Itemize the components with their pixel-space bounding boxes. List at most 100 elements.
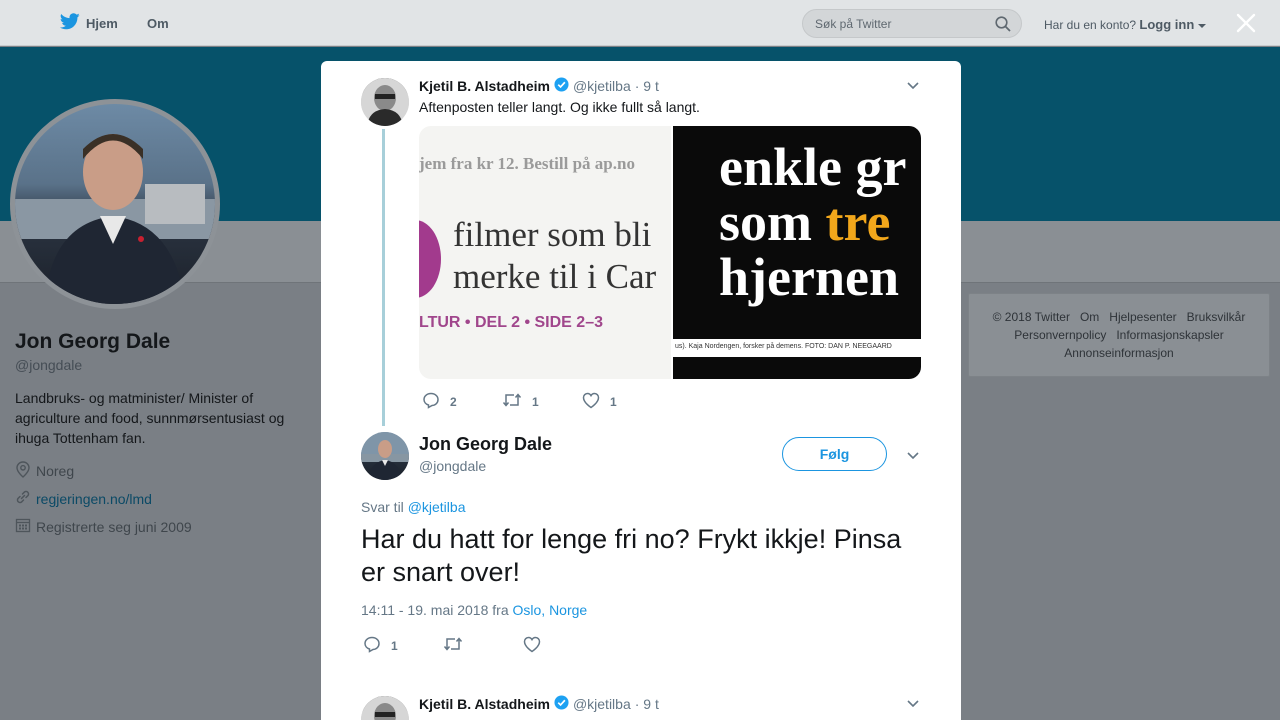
media-left-text-1: jem fra kr 12. Bestill på ap.no <box>419 154 635 173</box>
replying-to: Svar til @kjetilba <box>361 499 465 515</box>
parent-tweet-avatar[interactable] <box>361 78 409 126</box>
profile-website: regjeringen.no/lmd <box>15 489 152 508</box>
chevron-down-icon[interactable] <box>1197 18 1206 32</box>
media-right-caption: us). Kaja Nordengen, forsker på demens. … <box>673 339 921 357</box>
parent-tweet-actions: 2 1 1 <box>422 391 662 412</box>
media-photo-right[interactable]: enkle gr som tre hjernen us). Kaja Norde… <box>673 126 921 379</box>
footer-link-about[interactable]: Om <box>1080 310 1099 324</box>
main-reply-button[interactable]: 1 <box>363 635 443 656</box>
media-right-headline: enkle gr som tre hjernen <box>719 140 906 305</box>
top-navigation-bar: Hjem Om Har du en konto? Logg inn <box>0 0 1280 46</box>
parent-tweet-time[interactable]: · 9 t <box>635 78 659 94</box>
profile-website-link[interactable]: regjeringen.no/lmd <box>36 491 152 507</box>
parent-tweet-author-handle[interactable]: @kjetilba <box>573 78 631 94</box>
profile-joined-text: Registrerte seg juni 2009 <box>36 518 192 535</box>
close-icon <box>1234 13 1258 39</box>
next-tweet-avatar[interactable] <box>361 696 409 720</box>
parent-reply-count: 2 <box>450 394 457 409</box>
media-left-text-3: LTUR • DEL 2 • SIDE 2–3 <box>419 314 603 331</box>
media-left-text-2: filmer som bli merke til i Car <box>453 214 656 298</box>
chevron-down-icon <box>905 450 921 467</box>
parent-tweet-media: jem fra kr 12. Bestill på ap.no filmer s… <box>419 126 921 379</box>
footer-links: © 2018 Twitter Om Hjelpesenter Bruksvilkår … <box>968 293 1270 377</box>
thread-connector-line <box>382 129 385 426</box>
reply-to-handle-link[interactable]: @kjetilba <box>408 499 466 515</box>
next-tweet-author-name[interactable]: Kjetil B. Alstadheim <box>419 696 550 712</box>
location-pin-icon <box>15 461 31 481</box>
main-retweet-button[interactable] <box>443 635 523 656</box>
search-input[interactable] <box>815 15 985 33</box>
account-question: Har du en konto? <box>1044 18 1137 32</box>
footer-link-privacy[interactable]: Personvernpolicy <box>1014 328 1106 342</box>
nav-home-label: Hjem <box>86 15 118 31</box>
footer-copyright: © 2018 Twitter <box>992 310 1070 324</box>
profile-location: Noreg <box>15 461 74 481</box>
twitter-bird-icon <box>59 13 80 33</box>
footer-link-terms[interactable]: Bruksvilkår <box>1187 310 1246 324</box>
tweet-modal: Kjetil B. Alstadheim @kjetilba · 9 t Aft… <box>321 61 961 720</box>
profile-handle[interactable]: @jongdale <box>15 357 82 373</box>
chevron-down-icon <box>905 698 921 715</box>
main-tweet-menu-button[interactable] <box>905 447 921 463</box>
reply-icon <box>422 391 440 412</box>
parent-retweet-count: 1 <box>532 394 539 409</box>
main-tweet-author-name[interactable]: Jon Georg Dale <box>419 434 552 455</box>
heart-icon <box>523 636 541 656</box>
main-tweet-avatar[interactable] <box>361 432 409 480</box>
media-right-line-2b: tre <box>825 192 891 252</box>
media-left-text-2b: merke til i Car <box>453 257 657 296</box>
parent-reply-button[interactable]: 2 <box>422 391 502 412</box>
follow-button[interactable]: Følg <box>782 437 887 471</box>
parent-like-count: 1 <box>610 394 617 409</box>
media-right-line-3: hjernen <box>719 247 899 307</box>
calendar-icon <box>15 517 31 536</box>
nav-home-link[interactable]: Hjem <box>59 13 118 33</box>
retweet-icon <box>502 391 522 412</box>
nav-about-link[interactable]: Om <box>147 16 169 31</box>
link-icon <box>15 489 31 508</box>
main-tweet-author-handle[interactable]: @jongdale <box>419 458 486 474</box>
login-link[interactable]: Logg inn <box>1139 17 1194 32</box>
account-prompt: Har du en konto? Logg inn <box>1044 17 1206 32</box>
parent-tweet-author-name[interactable]: Kjetil B. Alstadheim <box>419 78 550 94</box>
next-tweet-time[interactable]: · 9 t <box>635 696 659 712</box>
parent-tweet-header: Kjetil B. Alstadheim @kjetilba · 9 t <box>419 77 659 95</box>
heart-icon <box>582 392 600 412</box>
main-reply-count: 1 <box>391 638 398 653</box>
main-tweet-location-link[interactable]: Oslo, Norge <box>513 602 588 618</box>
next-tweet-menu-button[interactable] <box>905 695 921 711</box>
main-tweet-actions: 1 <box>363 635 603 656</box>
verified-badge-icon <box>554 77 569 95</box>
media-left-text-2a: filmer som bli <box>453 215 652 254</box>
close-modal-button[interactable] <box>1234 11 1258 35</box>
next-tweet-author-handle[interactable]: @kjetilba <box>573 696 631 712</box>
profile-joined: Registrerte seg juni 2009 <box>15 517 192 536</box>
search-icon[interactable] <box>995 16 1011 37</box>
next-tweet-header: Kjetil B. Alstadheim @kjetilba · 9 t <box>419 695 659 713</box>
main-like-button[interactable] <box>523 636 603 656</box>
parent-like-button[interactable]: 1 <box>582 392 662 412</box>
profile-location-text: Noreg <box>36 463 75 479</box>
media-left-decoration <box>419 220 441 298</box>
profile-bio: Landbruks- og matminister/ Minister of a… <box>15 390 285 446</box>
footer-link-help[interactable]: Hjelpesenter <box>1109 310 1176 324</box>
search-box <box>802 9 1022 38</box>
reply-to-prefix: Svar til <box>361 499 404 515</box>
footer-link-cookies[interactable]: Informasjonskapsler <box>1116 328 1223 342</box>
media-photo-left[interactable]: jem fra kr 12. Bestill på ap.no filmer s… <box>419 126 671 379</box>
footer-link-ads-info[interactable]: Annonseinformasjon <box>1064 346 1173 360</box>
main-tweet-text: Har du hatt for lenge fri no? Frykt ikkj… <box>361 524 902 587</box>
chevron-down-icon <box>905 80 921 97</box>
main-tweet-timestamp[interactable]: 14:11 - 19. mai 2018 fra <box>361 602 509 618</box>
profile-name[interactable]: Jon Georg Dale <box>15 330 170 354</box>
media-right-line-2a: som <box>719 192 812 252</box>
reply-icon <box>363 635 381 656</box>
profile-avatar[interactable] <box>10 99 220 309</box>
parent-tweet-menu-button[interactable] <box>905 77 921 93</box>
main-tweet-meta: 14:11 - 19. mai 2018 fra Oslo, Norge <box>361 602 587 618</box>
parent-tweet-text: Aftenposten teller langt. Og ikke fullt … <box>419 99 700 115</box>
retweet-icon <box>443 635 463 656</box>
parent-retweet-button[interactable]: 1 <box>502 391 582 412</box>
verified-badge-icon <box>554 695 569 713</box>
media-right-line-1: enkle gr <box>719 137 907 197</box>
